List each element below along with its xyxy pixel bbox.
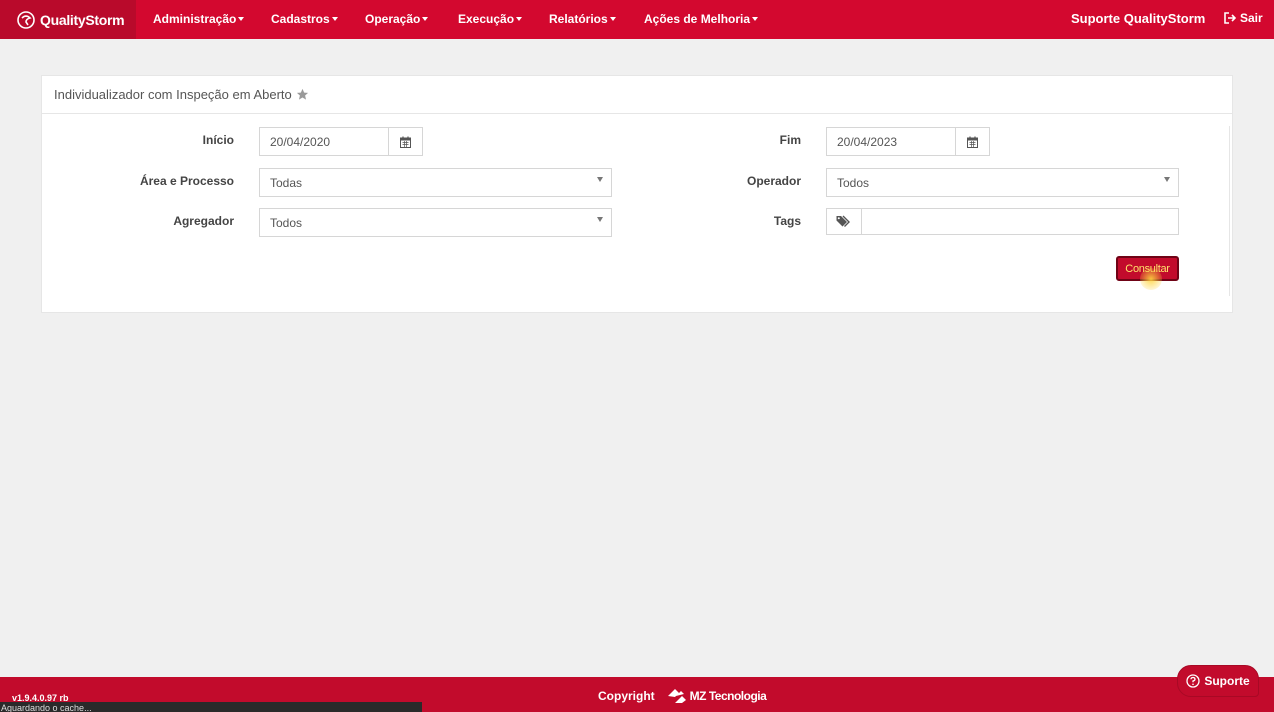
status-text: Aguardando o cache... (1, 703, 92, 712)
menu-acoes-de-melhoria[interactable]: Ações de Melhoria (644, 12, 759, 26)
operador-select[interactable]: Todos (826, 168, 1179, 197)
menu-label: Administração (153, 12, 237, 26)
copyright-label: Copyright (598, 689, 655, 703)
inicio-date-value: 20/04/2020 (270, 134, 331, 149)
menu-administracao[interactable]: Administração (153, 12, 245, 26)
menu-label: Relatórios (549, 12, 608, 26)
agregador-label: Agregador (173, 214, 234, 228)
calendar-icon (967, 136, 978, 148)
tags-icon (836, 215, 850, 227)
menu-label: Cadastros (271, 12, 330, 26)
divider (1229, 126, 1230, 296)
caret-down-icon (516, 17, 523, 21)
area-processo-label: Área e Processo (139, 174, 234, 188)
operador-value: Todos (837, 175, 870, 190)
tags-label: Tags (773, 214, 801, 228)
brand-name: QualityStorm (40, 11, 125, 28)
operador-label: Operador (746, 174, 801, 188)
menu-operacao[interactable]: Operação (365, 12, 429, 26)
cursor-highlight (1140, 268, 1162, 290)
agregador-value: Todos (270, 215, 303, 230)
mz-tecnologia-logo[interactable]: MZ Tecnologia (667, 688, 767, 704)
menu-relatorios[interactable]: Relatórios (549, 12, 616, 26)
logout-label: Sair (1240, 11, 1263, 25)
brand-logo[interactable]: QualityStorm (0, 0, 136, 39)
area-processo-select[interactable]: Todas (259, 168, 612, 197)
filter-panel: Individualizador com Inspeção em Aberto … (41, 75, 1233, 313)
inicio-label: Início (202, 133, 234, 147)
tags-addon (826, 208, 862, 235)
menu-label: Execução (458, 12, 515, 26)
menu-cadastros[interactable]: Cadastros (271, 12, 338, 26)
caret-down-icon (597, 217, 603, 222)
fim-date-value: 20/04/2023 (837, 134, 898, 149)
support-link-label: Suporte QualityStorm (1071, 11, 1206, 26)
top-navbar: QualityStorm Administração Cadastros Ope… (0, 0, 1274, 39)
caret-down-icon (331, 17, 338, 21)
qualitystorm-logo-icon (17, 10, 35, 29)
company-name: MZ Tecnologia (689, 689, 767, 703)
copyright: Copyright MZ Tecnologia (598, 688, 767, 704)
browser-status-bar: Aguardando o cache... (0, 702, 422, 712)
fim-date-input[interactable]: 20/04/2023 (826, 127, 956, 156)
fim-label: Fim (779, 133, 801, 147)
caret-down-icon (1164, 177, 1170, 182)
help-circle-icon (1186, 674, 1200, 688)
inicio-calendar-button[interactable] (388, 127, 423, 156)
panel-heading: Individualizador com Inspeção em Aberto (42, 76, 1232, 114)
caret-down-icon (238, 17, 245, 21)
support-chat-button[interactable]: Suporte (1177, 665, 1259, 697)
sign-out-icon (1224, 12, 1237, 24)
area-processo-value: Todas (270, 175, 303, 190)
support-link[interactable]: Suporte QualityStorm (1071, 11, 1205, 26)
inicio-date-input[interactable]: 20/04/2020 (259, 127, 389, 156)
caret-down-icon (752, 17, 759, 21)
menu-label: Ações de Melhoria (644, 12, 751, 26)
caret-down-icon (422, 17, 429, 21)
menu-execucao[interactable]: Execução (458, 12, 523, 26)
page-title: Individualizador com Inspeção em Aberto (54, 87, 292, 102)
support-button-label: Suporte (1204, 674, 1250, 688)
logout-link[interactable]: Sair (1224, 11, 1263, 25)
agregador-select[interactable]: Todos (259, 208, 612, 237)
mz-logo-icon (667, 689, 686, 703)
caret-down-icon (609, 17, 616, 21)
fim-calendar-button[interactable] (955, 127, 990, 156)
caret-down-icon (597, 177, 603, 182)
menu-label: Operação (365, 12, 421, 26)
calendar-icon (400, 136, 411, 148)
favorite-star-icon[interactable] (296, 88, 309, 101)
tags-input[interactable] (861, 208, 1179, 235)
